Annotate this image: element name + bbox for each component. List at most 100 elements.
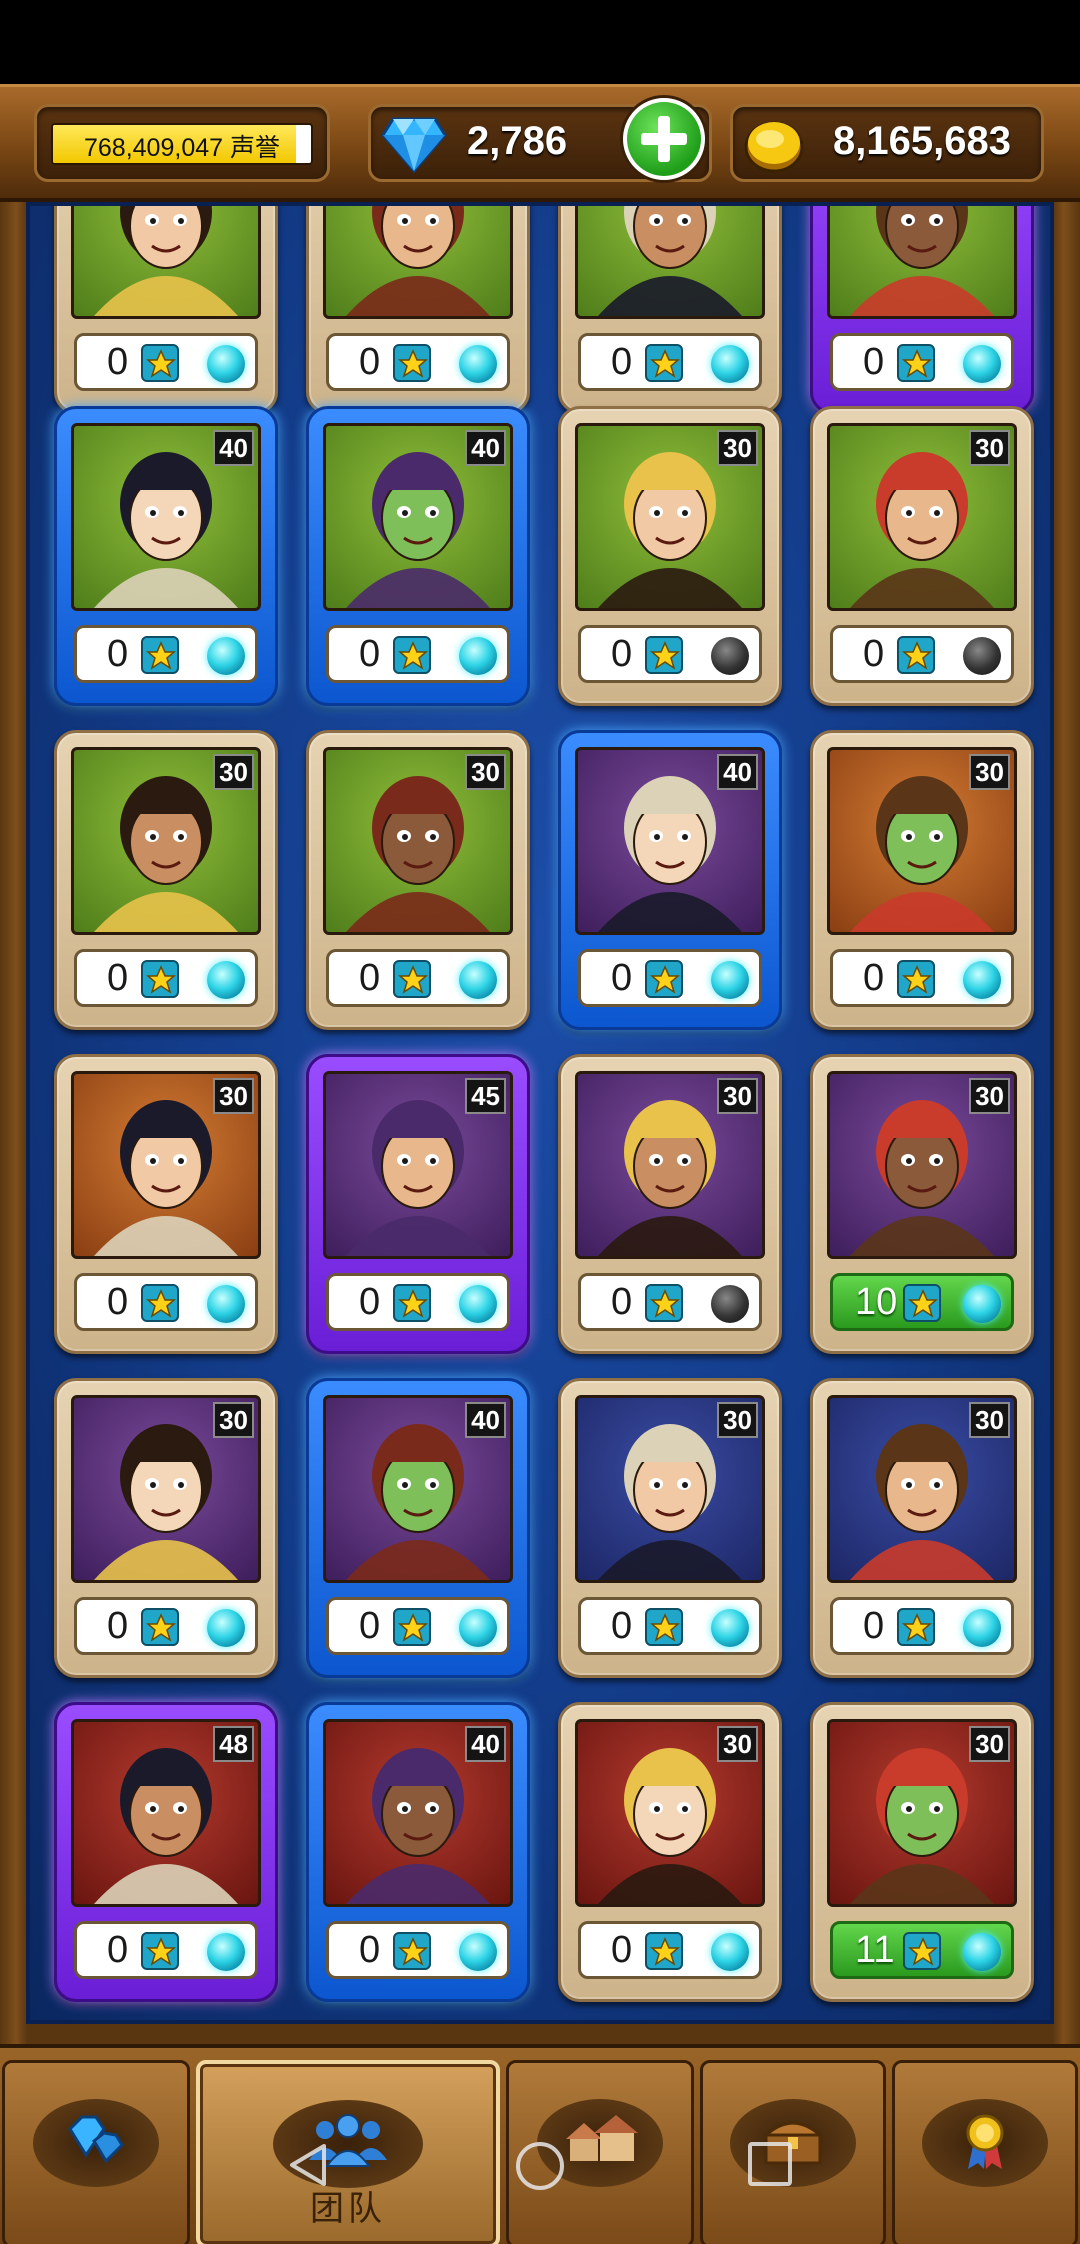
level-badge: 30 [465, 754, 506, 790]
level-badge: 30 [969, 430, 1010, 466]
energy-orb-icon [963, 1933, 1001, 1971]
character-card[interactable]: 40 0 [306, 1702, 530, 2002]
character-card[interactable]: 0 [810, 206, 1034, 414]
star-icon [393, 1608, 431, 1646]
character-card[interactable]: 30 0 [558, 406, 782, 706]
star-count: 0 [863, 957, 885, 999]
star-icon [897, 1608, 935, 1646]
character-card[interactable]: 30 0 [810, 1378, 1034, 1678]
reputation-progress-bar: 768,409,047 声誉 [51, 123, 313, 165]
character-card[interactable]: 30 0 [306, 730, 530, 1030]
character-card[interactable]: 40 0 [306, 406, 530, 706]
star-count: 0 [611, 1281, 633, 1323]
character-card[interactable]: 40 0 [306, 1378, 530, 1678]
star-icon [393, 344, 431, 382]
star-count: 0 [611, 1929, 633, 1971]
card-stats-bar: 0 [578, 625, 762, 683]
star-count: 0 [611, 957, 633, 999]
level-badge: 30 [717, 1402, 758, 1438]
energy-orb-icon [459, 637, 497, 675]
energy-orb-icon [711, 1933, 749, 1971]
character-card[interactable]: 30 0 [810, 730, 1034, 1030]
diamond-icon [381, 117, 447, 174]
character-card[interactable]: 30 0 [54, 1378, 278, 1678]
energy-orb-icon [207, 961, 245, 999]
star-icon [141, 960, 179, 998]
star-icon [897, 636, 935, 674]
character-card[interactable]: 30 0 [558, 1054, 782, 1354]
character-portrait: 30 [827, 423, 1017, 611]
level-badge: 30 [717, 1726, 758, 1762]
character-card[interactable]: 30 11 [810, 1702, 1034, 2002]
character-card[interactable]: 0 [54, 206, 278, 414]
add-gems-button[interactable] [620, 95, 708, 183]
reputation-panel[interactable]: 768,409,047 声誉 [34, 104, 330, 182]
character-portrait: 30 [575, 1719, 765, 1907]
character-portrait: 30 [827, 1071, 1017, 1259]
vampire-woman-icon [346, 206, 490, 316]
character-portrait [323, 206, 513, 319]
gold-panel[interactable]: 8,165,683 [730, 104, 1044, 182]
inactive-orb-icon [711, 637, 749, 675]
character-card[interactable]: 30 0 [54, 730, 278, 1030]
character-card[interactable]: 30 0 [558, 1378, 782, 1678]
star-count: 0 [359, 1929, 381, 1971]
recents-icon[interactable] [746, 2140, 794, 2188]
star-icon [897, 960, 935, 998]
level-badge: 30 [969, 754, 1010, 790]
star-count: 0 [359, 633, 381, 675]
level-badge: 40 [465, 1726, 506, 1762]
tab-gems[interactable] [2, 2060, 190, 2244]
star-icon [141, 1932, 179, 1970]
level-badge: 40 [213, 430, 254, 466]
character-card[interactable]: 30 0 [810, 406, 1034, 706]
level-badge: 30 [969, 1402, 1010, 1438]
energy-orb-icon [459, 345, 497, 383]
tab-awards[interactable] [892, 2060, 1078, 2244]
character-portrait: 30 [575, 1395, 765, 1583]
star-count: 0 [107, 633, 129, 675]
card-stats-bar: 0 [578, 1597, 762, 1655]
gems-value: 2,786 [467, 119, 568, 163]
character-card[interactable]: 40 0 [558, 730, 782, 1030]
card-stats-bar: 0 [578, 1921, 762, 1979]
character-card[interactable]: 48 0 [54, 1702, 278, 2002]
star-count: 0 [107, 957, 129, 999]
star-count: 0 [107, 341, 129, 383]
energy-orb-icon [711, 961, 749, 999]
character-card[interactable]: 40 0 [54, 406, 278, 706]
star-count: 11 [855, 1929, 895, 1971]
energy-orb-icon [207, 1285, 245, 1323]
card-stats-bar: 0 [830, 1597, 1014, 1655]
star-icon [903, 1932, 941, 1970]
character-portrait: 30 [71, 747, 261, 935]
star-count: 0 [359, 957, 381, 999]
card-stats-bar: 0 [326, 949, 510, 1007]
character-portrait: 30 [323, 747, 513, 935]
tab-team[interactable]: 团队 [196, 2060, 500, 2244]
character-card[interactable]: 30 10 [810, 1054, 1034, 1354]
star-count: 0 [611, 341, 633, 383]
card-stats-bar: 0 [326, 1921, 510, 1979]
back-icon[interactable] [284, 2140, 334, 2190]
card-stats-bar: 0 [830, 333, 1014, 391]
medal-icon [966, 2114, 1004, 2169]
character-portrait: 40 [575, 747, 765, 935]
energy-orb-icon [459, 1933, 497, 1971]
star-icon [645, 1284, 683, 1322]
card-stats-bar: 0 [830, 949, 1014, 1007]
character-card[interactable]: 0 [306, 206, 530, 414]
card-stats-bar: 0 [578, 333, 762, 391]
home-icon[interactable] [514, 2140, 566, 2192]
buildings-icon [566, 2115, 638, 2161]
reputation-value: 768,409,047 [84, 134, 224, 162]
level-badge: 30 [717, 1078, 758, 1114]
character-card[interactable]: 45 0 [306, 1054, 530, 1354]
character-card[interactable]: 0 [558, 206, 782, 414]
character-board[interactable]: 0 0 0 0 40 0 40 0 30 0 30 0 30 0 30 0 40 0 30 0 30 0 45 0 30 0 30 1… [26, 202, 1054, 2024]
character-card[interactable]: 30 0 [54, 1054, 278, 1354]
star-icon [393, 636, 431, 674]
coin-icon [744, 121, 804, 173]
star-icon [393, 1284, 431, 1322]
character-card[interactable]: 30 0 [558, 1702, 782, 2002]
